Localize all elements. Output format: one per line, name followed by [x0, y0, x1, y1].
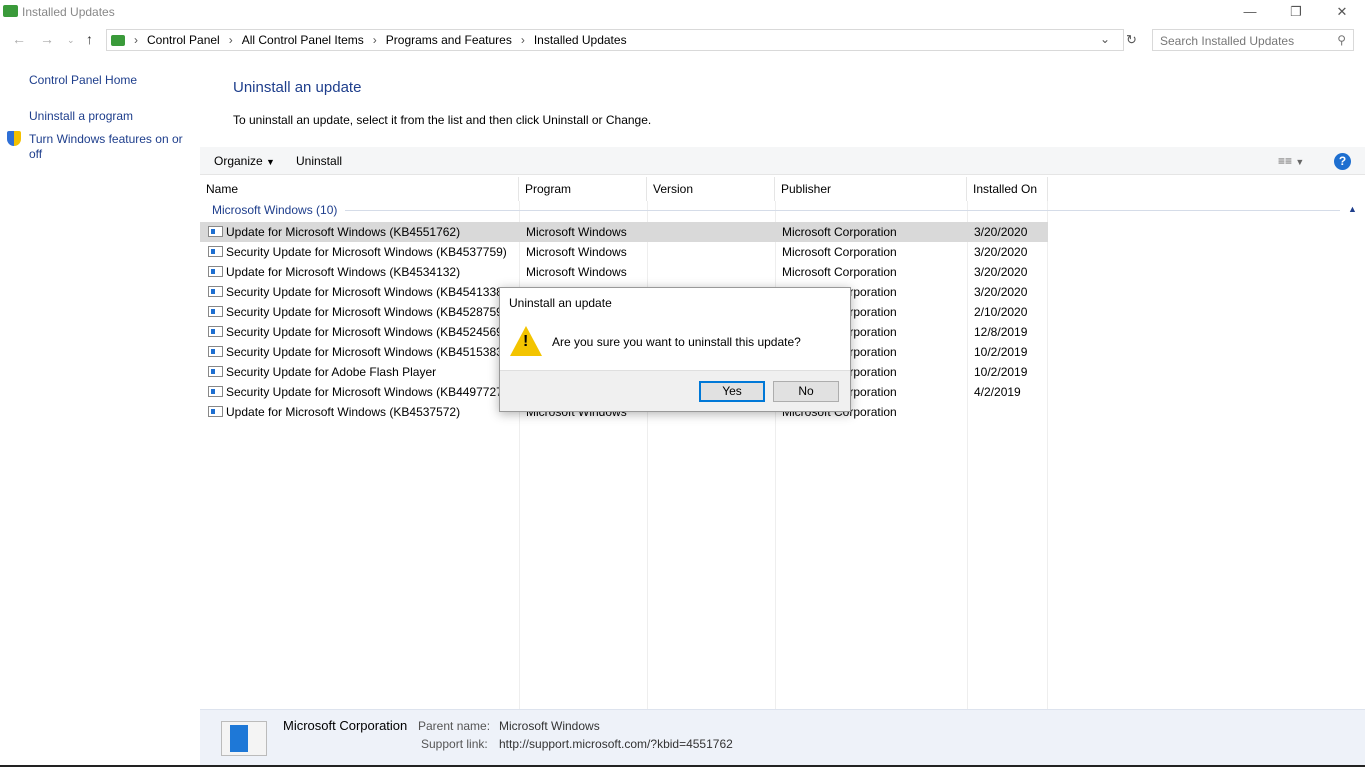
update-icon: [208, 286, 223, 297]
cell-program: Microsoft Windows: [526, 265, 627, 279]
minimize-button[interactable]: —: [1227, 2, 1273, 24]
address-dropdown-icon[interactable]: ⌄: [1100, 32, 1110, 46]
crumb-control-panel[interactable]: Control Panel: [147, 33, 220, 47]
cell-name: Update for Microsoft Windows (KB4534132): [226, 265, 461, 279]
yes-button[interactable]: Yes: [699, 381, 765, 402]
warning-icon: !: [510, 326, 542, 356]
control-panel-icon: [111, 34, 125, 46]
cell-installed-on: 10/2/2019: [974, 365, 1028, 379]
cell-publisher: Microsoft Corporation: [782, 245, 897, 259]
cell-name: Security Update for Microsoft Windows (K…: [226, 285, 507, 299]
cell-name: Update for Microsoft Windows (KB4551762): [226, 225, 461, 239]
cell-publisher: Microsoft Corporation: [782, 265, 897, 279]
page-title: Uninstall an update: [233, 79, 362, 96]
update-icon: [208, 386, 223, 397]
back-button[interactable]: ←: [12, 31, 26, 47]
update-icon: [208, 246, 223, 257]
cell-installed-on: 12/8/2019: [974, 325, 1028, 339]
cell-installed-on: 3/20/2020: [974, 225, 1028, 239]
update-icon: [208, 306, 223, 317]
app-icon: [3, 5, 18, 17]
cell-installed-on: 2/10/2020: [974, 305, 1028, 319]
parent-name-label: Parent name:: [418, 719, 491, 733]
column-header-publisher[interactable]: Publisher: [775, 177, 967, 201]
cell-installed-on: 3/20/2020: [974, 265, 1028, 279]
table-row[interactable]: Update for Microsoft Windows (KB4551762)…: [200, 222, 1048, 242]
crumb-installed-updates[interactable]: Installed Updates: [534, 33, 627, 47]
dialog-title: Uninstall an update: [509, 296, 612, 310]
toolbar: Organize ▼ Uninstall ≡≡ ▼ ?: [200, 147, 1365, 175]
update-icon: [208, 326, 223, 337]
control-panel-home-link[interactable]: Control Panel Home: [29, 73, 137, 87]
forward-button[interactable]: →: [40, 31, 54, 47]
cell-name: Security Update for Microsoft Windows (K…: [226, 345, 507, 359]
column-header-program[interactable]: Program: [519, 177, 647, 201]
support-link-label: Support link:: [421, 737, 488, 751]
support-link[interactable]: http://support.microsoft.com/?kbid=45517…: [499, 737, 733, 751]
cell-publisher: Microsoft Corporation: [782, 225, 897, 239]
collapse-group-icon[interactable]: ▲: [1348, 204, 1357, 214]
update-icon: [208, 226, 223, 237]
shield-icon: [7, 131, 21, 146]
cell-installed-on: 10/2/2019: [974, 345, 1028, 359]
table-row[interactable]: Update for Microsoft Windows (KB4534132)…: [200, 262, 1048, 282]
group-header[interactable]: Microsoft Windows (10): [212, 203, 337, 217]
cell-name: Update for Microsoft Windows (KB4537572): [226, 405, 461, 419]
cell-program: Microsoft Windows: [526, 225, 627, 239]
update-icon: [208, 346, 223, 357]
cell-program: Microsoft Windows: [526, 245, 627, 259]
organize-button[interactable]: Organize ▼: [214, 154, 275, 168]
table-row[interactable]: Security Update for Microsoft Windows (K…: [200, 242, 1048, 262]
cell-installed-on: 3/20/2020: [974, 285, 1028, 299]
up-button[interactable]: ↑: [86, 31, 93, 47]
update-icon: [208, 266, 223, 277]
search-icon: ⚲: [1337, 33, 1346, 47]
window-title: Installed Updates: [22, 5, 115, 19]
details-pane: Microsoft Corporation Parent name: Micro…: [200, 709, 1365, 767]
column-header-name[interactable]: Name: [200, 177, 519, 201]
restore-button[interactable]: ❐: [1273, 2, 1319, 24]
close-button[interactable]: ✕: [1319, 2, 1365, 24]
cell-installed-on: 4/2/2019: [974, 385, 1021, 399]
no-button[interactable]: No: [773, 381, 839, 402]
details-publisher: Microsoft Corporation: [283, 718, 408, 733]
confirm-dialog: Uninstall an update ! Are you sure you w…: [499, 287, 851, 412]
crumb-programs-features[interactable]: Programs and Features: [386, 33, 512, 47]
page-description: To uninstall an update, select it from t…: [233, 113, 652, 127]
parent-name-value: Microsoft Windows: [499, 719, 600, 733]
cell-name: Security Update for Adobe Flash Player: [226, 365, 437, 379]
update-icon: [208, 366, 223, 377]
column-header-installed-on[interactable]: Installed On: [967, 177, 1048, 201]
view-options-icon[interactable]: ≡≡ ▼: [1278, 154, 1304, 168]
uninstall-button[interactable]: Uninstall: [296, 154, 342, 168]
cell-name: Security Update for Microsoft Windows (K…: [226, 385, 507, 399]
column-header-version[interactable]: Version: [647, 177, 775, 201]
dialog-message: Are you sure you want to uninstall this …: [552, 335, 801, 349]
uninstall-program-link[interactable]: Uninstall a program: [29, 109, 133, 123]
cell-name: Security Update for Microsoft Windows (K…: [226, 325, 507, 339]
windows-features-link[interactable]: Turn Windows features on or off: [29, 132, 189, 162]
recent-locations-icon[interactable]: ⌄: [67, 35, 75, 46]
search-input[interactable]: Search Installed Updates ⚲: [1152, 29, 1354, 51]
refresh-icon[interactable]: ↻: [1126, 32, 1137, 48]
cell-installed-on: 3/20/2020: [974, 245, 1028, 259]
crumb-all-items[interactable]: All Control Panel Items: [242, 33, 364, 47]
address-bar[interactable]: › Control Panel › All Control Panel Item…: [106, 29, 1124, 51]
update-icon: [208, 406, 223, 417]
help-icon[interactable]: ?: [1334, 153, 1351, 170]
update-icon: [221, 721, 267, 756]
title-bar: Installed Updates — ❐ ✕: [0, 0, 1365, 26]
cell-name: Security Update for Microsoft Windows (K…: [226, 245, 507, 259]
cell-name: Security Update for Microsoft Windows (K…: [226, 305, 507, 319]
